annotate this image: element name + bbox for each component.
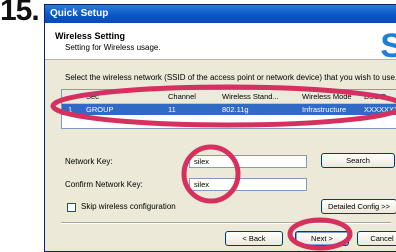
network-key-field[interactable]: silex — [189, 155, 307, 168]
network-key-label: Network Key: — [65, 157, 113, 166]
network-row-group[interactable]: 1 GROUP 11 802.11g Infrastructure XXXXXX… — [62, 104, 396, 115]
next-button[interactable]: Next > — [295, 231, 349, 246]
column-header-standard[interactable]: Wireless Stand... — [222, 92, 279, 101]
header-title: Wireless Setting — [55, 31, 125, 41]
column-header-mode[interactable]: Wireless Mode — [302, 92, 352, 101]
network-standard: 802.11g — [222, 105, 249, 114]
skip-wireless-label[interactable]: Skip wireless configuration — [81, 202, 176, 211]
skip-wireless-checkbox[interactable] — [67, 203, 76, 212]
search-button[interactable]: Search — [321, 153, 395, 168]
instruction-text: Select the wireless network (SSID of the… — [65, 73, 396, 82]
network-list-header: Sec Channel Wireless Stand... Wireless M… — [62, 90, 396, 104]
network-bssid: XXXXXXXXXXXX — [364, 105, 396, 114]
confirm-key-label: Confirm Network Key: — [65, 180, 143, 189]
column-header-bssid[interactable]: BSSID — [364, 92, 387, 101]
network-mode: Infrastructure — [302, 105, 347, 114]
network-name: GROUP — [86, 105, 114, 114]
window-title: Quick Setup — [45, 5, 396, 23]
network-channel: 11 — [168, 105, 176, 114]
row-index: 1 — [68, 105, 73, 114]
header-logo-icon: S — [380, 27, 396, 66]
footer-divider — [61, 222, 391, 224]
network-list[interactable]: Sec Channel Wireless Stand... Wireless M… — [61, 89, 396, 129]
confirm-key-field[interactable]: silex — [189, 178, 307, 191]
header-subtitle: Setting for Wireless usage. — [65, 43, 161, 52]
column-header-channel[interactable]: Channel — [168, 92, 196, 101]
step-number: 15. — [0, 0, 40, 27]
quick-setup-window: Quick Setup Wireless Setting Setting for… — [44, 4, 396, 252]
wizard-header: Wireless Setting Setting for Wireless us… — [45, 23, 396, 65]
cancel-button[interactable]: Cancel — [357, 231, 396, 246]
detailed-config-button[interactable]: Detailed Config >> — [321, 199, 396, 214]
column-header-sec[interactable]: Sec — [86, 92, 99, 101]
back-button[interactable]: < Back — [225, 231, 283, 246]
